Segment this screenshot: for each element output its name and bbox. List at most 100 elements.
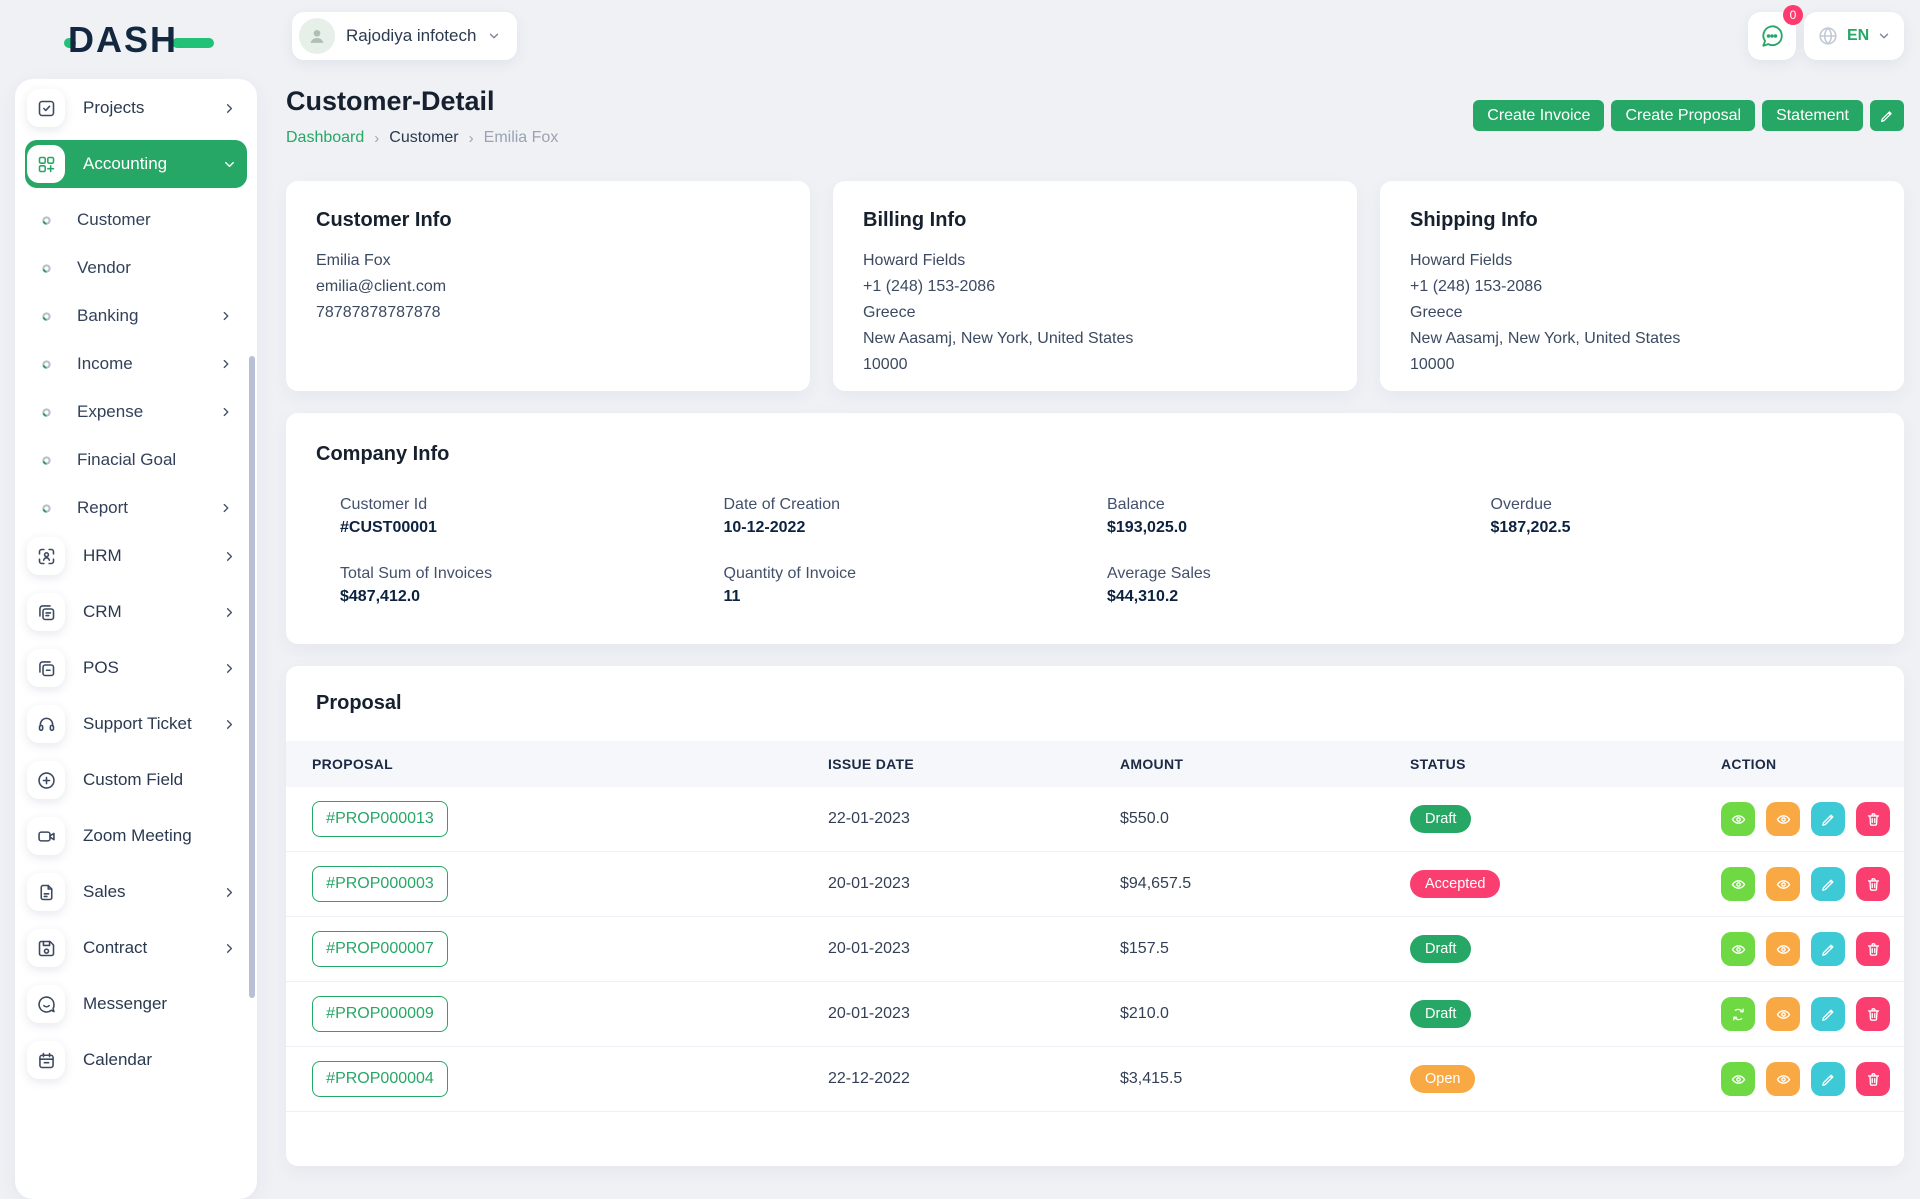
sidebar-item-hrm[interactable]: HRM: [25, 532, 247, 580]
save-icon: [27, 929, 65, 967]
delete-button[interactable]: [1856, 867, 1890, 901]
stat-balance: Balance$193,025.0: [1107, 496, 1491, 537]
info-line: Greece: [863, 300, 1327, 326]
view-button[interactable]: [1766, 997, 1800, 1031]
workspace-name: Rajodiya infotech: [346, 26, 476, 46]
sidebar-item-accounting[interactable]: Accounting: [25, 140, 247, 188]
sidebar-item-custom-field[interactable]: Custom Field: [25, 756, 247, 804]
sidebar-item-report[interactable]: Report: [25, 484, 247, 532]
chevron-right-icon: [222, 941, 237, 956]
info-line: emilia@client.com: [316, 274, 780, 300]
edit-button[interactable]: [1811, 997, 1845, 1031]
sidebar-item-label: Support Ticket: [83, 714, 222, 734]
dot-icon: [39, 453, 54, 468]
proposal-row: #PROP00001322-01-2023$550.0Draft: [286, 787, 1904, 852]
sidebar-item-label: Messenger: [83, 994, 247, 1014]
chevron-down-icon: [1877, 29, 1891, 43]
view-button[interactable]: [1766, 867, 1800, 901]
sidebar-item-calendar[interactable]: Calendar: [25, 1036, 247, 1084]
view-button[interactable]: [1766, 1062, 1800, 1096]
proposal-row: #PROP00000320-01-2023$94,657.5Accepted: [286, 852, 1904, 917]
dot-icon: [39, 309, 54, 324]
delete-button[interactable]: [1856, 1062, 1890, 1096]
statement-button[interactable]: Statement: [1762, 100, 1863, 131]
dot-icon: [39, 261, 54, 276]
chevron-right-icon: [219, 309, 233, 323]
messages-button[interactable]: 0: [1748, 12, 1796, 60]
page-actions: Create InvoiceCreate ProposalStatement: [1473, 100, 1904, 131]
view-button[interactable]: [1766, 802, 1800, 836]
pencil-icon: [1820, 1071, 1837, 1088]
status-badge: Draft: [1410, 1000, 1471, 1028]
sidebar-item-banking[interactable]: Banking: [25, 292, 247, 340]
stat-customer-id: Customer Id#CUST00001: [340, 496, 724, 537]
sidebar-item-label: Contract: [83, 938, 222, 958]
pos-icon: [27, 649, 65, 687]
sidebar-item-customer[interactable]: Customer: [25, 196, 247, 244]
stat-label: Balance: [1107, 496, 1491, 514]
logo-text: DASH: [68, 19, 178, 61]
preview-button[interactable]: [1721, 932, 1755, 966]
amount: $550.0: [1120, 810, 1410, 828]
preview-button[interactable]: [1721, 867, 1755, 901]
trash-icon: [1865, 876, 1882, 893]
customer-info-card: Customer InfoEmilia Foxemilia@client.com…: [286, 181, 810, 391]
edit-button[interactable]: [1811, 932, 1845, 966]
sidebar-item-income[interactable]: Income: [25, 340, 247, 388]
sidebar-item-crm[interactable]: CRM: [25, 588, 247, 636]
issue-date: 20-01-2023: [828, 1005, 1120, 1023]
convert-button[interactable]: [1721, 997, 1755, 1031]
delete-button[interactable]: [1856, 932, 1890, 966]
sidebar-item-finacial-goal[interactable]: Finacial Goal: [25, 436, 247, 484]
proposal-row: #PROP00000920-01-2023$210.0Draft: [286, 982, 1904, 1047]
sidebar-item-pos[interactable]: POS: [25, 644, 247, 692]
grid-plus-icon: [27, 145, 65, 183]
card-lines: Howard Fields+1 (248) 153-2086GreeceNew …: [863, 248, 1327, 378]
sidebar-item-support-ticket[interactable]: Support Ticket: [25, 700, 247, 748]
proposal-row: #PROP00000720-01-2023$157.5Draft: [286, 917, 1904, 982]
stat-value: 11: [724, 588, 1108, 606]
preview-button[interactable]: [1721, 1062, 1755, 1096]
sidebar-item-projects[interactable]: Projects: [25, 84, 247, 132]
logo-accent-dash: [172, 38, 214, 48]
create-invoice-button[interactable]: Create Invoice: [1473, 100, 1604, 131]
stat-value: $187,202.5: [1491, 519, 1875, 537]
column-header-proposal: PROPOSAL: [312, 756, 828, 772]
edit-customer-button[interactable]: [1870, 100, 1904, 131]
card-lines: Howard Fields+1 (248) 153-2086GreeceNew …: [1410, 248, 1874, 378]
stat-total-sum-of-invoices: Total Sum of Invoices$487,412.0: [340, 565, 724, 606]
delete-button[interactable]: [1856, 802, 1890, 836]
proposal-id-link[interactable]: #PROP000009: [312, 996, 448, 1032]
video-icon: [27, 817, 65, 855]
view-button[interactable]: [1766, 932, 1800, 966]
preview-button[interactable]: [1721, 802, 1755, 836]
create-proposal-button[interactable]: Create Proposal: [1611, 100, 1755, 131]
proposal-id-link[interactable]: #PROP000004: [312, 1061, 448, 1097]
language-selector[interactable]: EN: [1804, 12, 1904, 60]
sidebar-item-sales[interactable]: Sales: [25, 868, 247, 916]
edit-button[interactable]: [1811, 802, 1845, 836]
stat-value: 10-12-2022: [724, 519, 1108, 537]
edit-button[interactable]: [1811, 867, 1845, 901]
language-code: EN: [1847, 27, 1869, 45]
breadcrumb-customer: Customer: [389, 129, 458, 147]
sidebar-item-contract[interactable]: Contract: [25, 924, 247, 972]
sidebar-scrollbar[interactable]: [249, 356, 255, 998]
proposal-id-link[interactable]: #PROP000003: [312, 866, 448, 902]
eye-icon: [1775, 811, 1792, 828]
proposal-id-link[interactable]: #PROP000007: [312, 931, 448, 967]
sidebar-item-expense[interactable]: Expense: [25, 388, 247, 436]
sidebar-item-messenger[interactable]: Messenger: [25, 980, 247, 1028]
edit-button[interactable]: [1811, 1062, 1845, 1096]
workspace-selector[interactable]: Rajodiya infotech: [292, 12, 517, 60]
sidebar-item-zoom-meeting[interactable]: Zoom Meeting: [25, 812, 247, 860]
sidebar: Projects Accounting CustomerVendorBankingI…: [15, 79, 257, 1199]
sidebar-item-vendor[interactable]: Vendor: [25, 244, 247, 292]
breadcrumb-emilia-fox: Emilia Fox: [484, 129, 559, 147]
breadcrumb-dashboard[interactable]: Dashboard: [286, 129, 364, 147]
delete-button[interactable]: [1856, 997, 1890, 1031]
proposal-id-link[interactable]: #PROP000013: [312, 801, 448, 837]
company-info-title: Company Info: [316, 443, 1874, 466]
sidebar-item-label: HRM: [83, 546, 222, 566]
card-title: Shipping Info: [1410, 209, 1874, 232]
